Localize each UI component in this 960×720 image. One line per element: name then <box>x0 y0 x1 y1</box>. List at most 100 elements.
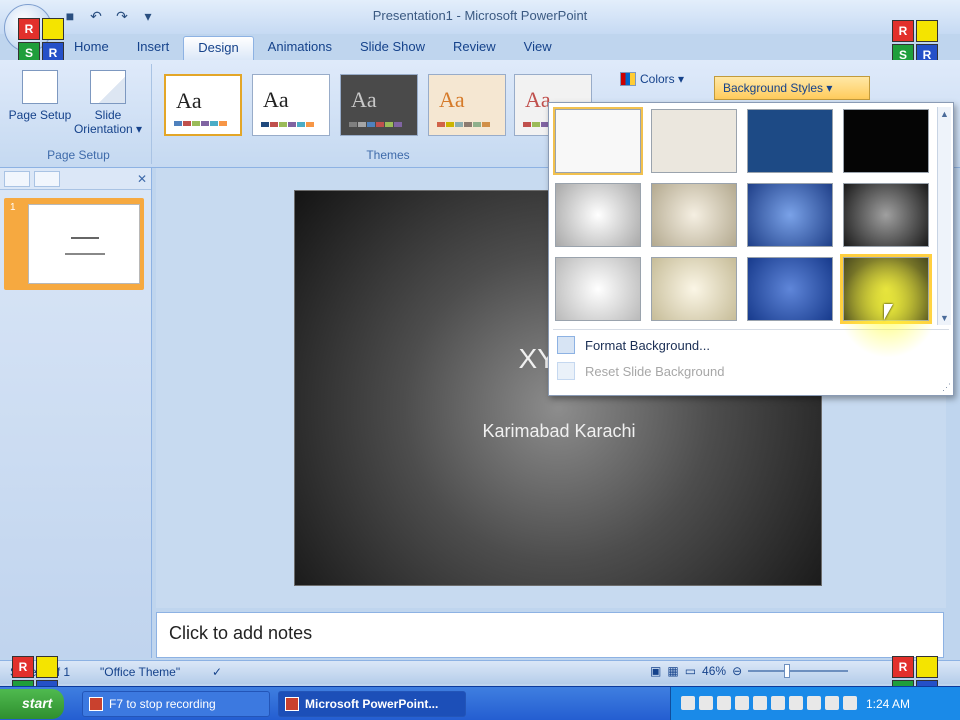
format-background-icon <box>557 336 575 354</box>
tray-icon[interactable] <box>699 696 713 710</box>
reset-background-icon <box>557 362 575 380</box>
resize-grip-icon[interactable]: ⋰ <box>942 382 951 393</box>
theme-color-bar <box>532 122 540 127</box>
theme-color-bars <box>349 122 402 127</box>
tab-animations[interactable]: Animations <box>254 36 346 60</box>
background-swatch[interactable] <box>747 183 833 247</box>
background-swatch[interactable] <box>555 183 641 247</box>
theme-color-bar <box>174 121 182 126</box>
theme-sample-text: Aa <box>439 87 465 112</box>
colors-icon <box>620 72 636 86</box>
background-styles-button[interactable]: Background Styles ▾ <box>714 76 870 100</box>
slideshow-view-icon[interactable]: ▭ <box>685 664 696 678</box>
theme-color-bar <box>376 122 384 127</box>
page-setup-button[interactable]: Page Setup <box>8 70 72 122</box>
tray-icon[interactable] <box>753 696 767 710</box>
close-icon[interactable]: ✕ <box>137 172 147 186</box>
theme-color-bar <box>464 122 472 127</box>
tab-insert[interactable]: Insert <box>123 36 184 60</box>
theme-color-bar <box>210 121 218 126</box>
format-background-item[interactable]: Format Background... <box>557 333 947 357</box>
gallery-divider <box>553 329 949 330</box>
theme-color-bar <box>297 122 305 127</box>
task-recording[interactable]: F7 to stop recording <box>82 691 270 717</box>
slide-subtitle[interactable]: Karimabad Karachi <box>295 421 823 442</box>
colors-button[interactable]: Colors ▾ <box>620 72 684 86</box>
slide-orientation-icon <box>90 70 126 104</box>
slides-tab[interactable] <box>4 170 30 187</box>
page-setup-icon <box>22 70 58 104</box>
zoom-slider[interactable] <box>748 664 849 678</box>
slide-thumbnail <box>28 204 140 284</box>
theme-thumbnail[interactable]: Aa <box>340 74 418 136</box>
spellcheck-icon[interactable]: ✓ <box>212 665 222 679</box>
background-swatch-grid <box>553 107 935 324</box>
slide-thumbnail-selected[interactable]: 1 <box>4 198 144 290</box>
background-swatch[interactable] <box>651 257 737 321</box>
title-bar: ■ ↶ ↷ ▾ Presentation1 - Microsoft PowerP… <box>0 0 960 52</box>
background-swatch[interactable] <box>555 257 641 321</box>
theme-color-bars <box>261 122 314 127</box>
slides-pane-tabs: ✕ <box>0 168 151 190</box>
theme-color-bar <box>367 122 375 127</box>
tray-icon[interactable] <box>771 696 785 710</box>
page-setup-group: Page Setup Slide Orientation ▾ Page Setu… <box>6 64 152 164</box>
sorter-view-icon[interactable]: ▦ <box>667 664 678 678</box>
theme-color-bar <box>358 122 366 127</box>
powerpoint-icon <box>285 697 299 711</box>
mouse-cursor-icon <box>884 304 893 320</box>
tray-icon[interactable] <box>807 696 821 710</box>
theme-color-bars <box>437 122 490 127</box>
theme-color-bar <box>482 122 490 127</box>
zoom-slider-thumb[interactable] <box>784 664 791 678</box>
background-swatch[interactable] <box>843 183 929 247</box>
theme-color-bar <box>523 122 531 127</box>
background-swatch[interactable] <box>651 109 737 173</box>
normal-view-icon[interactable]: ▣ <box>650 664 661 678</box>
start-button[interactable]: start <box>0 689 64 719</box>
theme-color-bar <box>349 122 357 127</box>
taskbar: start F7 to stop recording Microsoft Pow… <box>0 686 960 720</box>
slides-pane: ✕ 1 <box>0 168 152 658</box>
gallery-scrollbar[interactable]: ▲ ▼ <box>937 107 951 325</box>
thumbnail-subtitle-line <box>65 253 105 255</box>
slide-number: 1 <box>10 202 16 213</box>
theme-sample-text: Aa <box>176 88 202 113</box>
theme-color-bar <box>192 121 200 126</box>
theme-thumbnail[interactable]: Aa <box>164 74 242 136</box>
tray-icon[interactable] <box>789 696 803 710</box>
tray-icon[interactable] <box>735 696 749 710</box>
background-swatch[interactable] <box>747 257 833 321</box>
background-styles-gallery: ▲ ▼ Format Background... Reset Slide Bac… <box>548 102 954 396</box>
tab-design[interactable]: Design <box>183 36 254 60</box>
background-swatch[interactable] <box>843 109 929 173</box>
background-swatch[interactable] <box>553 107 643 175</box>
background-swatch[interactable] <box>747 109 833 173</box>
scroll-down-icon[interactable]: ▼ <box>940 313 949 323</box>
theme-thumbnail[interactable]: Aa <box>252 74 330 136</box>
tray-icon[interactable] <box>825 696 839 710</box>
slide-orientation-button[interactable]: Slide Orientation ▾ <box>66 70 150 136</box>
tab-home[interactable]: Home <box>60 36 123 60</box>
window-title: Presentation1 - Microsoft PowerPoint <box>372 8 588 23</box>
tray-icon[interactable] <box>681 696 695 710</box>
background-swatch[interactable] <box>651 183 737 247</box>
system-tray: 1:24 AM <box>670 687 960 720</box>
theme-color-bar <box>394 122 402 127</box>
theme-color-bar <box>201 121 209 126</box>
outline-tab[interactable] <box>34 170 60 187</box>
zoom-level[interactable]: 46% <box>702 664 726 678</box>
status-bar: Slide 1 of 1 "Office Theme" ✓ ▣ ▦ ▭ 46% … <box>0 660 960 684</box>
tab-review[interactable]: Review <box>439 36 510 60</box>
tab-view[interactable]: View <box>510 36 566 60</box>
zoom-out-icon[interactable]: ⊖ <box>732 664 742 678</box>
scroll-up-icon[interactable]: ▲ <box>940 109 949 119</box>
notes-pane[interactable]: Click to add notes <box>156 612 944 658</box>
group-label: Page Setup <box>47 148 110 162</box>
tray-icon[interactable] <box>717 696 731 710</box>
watermark-logo-top-left: R SR <box>18 18 64 64</box>
task-powerpoint[interactable]: Microsoft PowerPoint... <box>278 691 466 717</box>
tray-icon[interactable] <box>843 696 857 710</box>
tab-slide-show[interactable]: Slide Show <box>346 36 439 60</box>
theme-thumbnail[interactable]: Aa <box>428 74 506 136</box>
